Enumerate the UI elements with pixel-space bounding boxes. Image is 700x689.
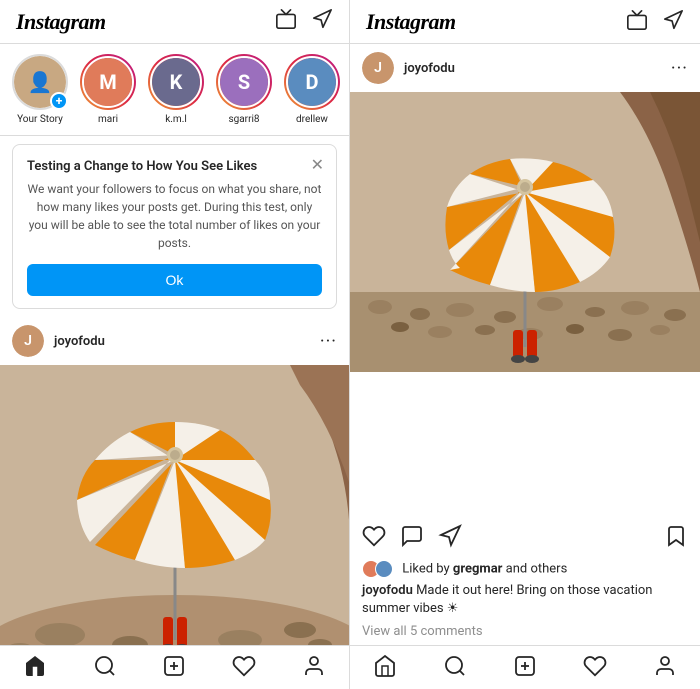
left-post-header: J joyofodu ··· [0,317,349,365]
right-logo: Instagram [366,9,456,35]
left-bottom-nav [0,645,349,689]
story-label-kml: k.m.l [165,114,187,125]
right-post-image [350,92,700,516]
story-item-drellew[interactable]: D drellew [284,54,340,125]
right-header: Instagram [350,0,700,44]
post-liked-by: Liked by gregmar and others [350,560,700,582]
right-post-header: J joyofodu ··· [350,44,700,92]
story-label-mari: mari [98,114,118,125]
popup-ok-button[interactable]: Ok [27,264,322,296]
left-header: Instagram [0,0,349,44]
post-action-icons-left [362,524,462,552]
right-add-nav-icon[interactable] [513,654,537,682]
right-header-icons [626,9,684,35]
search-nav-icon[interactable] [93,654,117,682]
story-item-mari[interactable]: M mari [80,54,136,125]
right-post-more-button[interactable]: ··· [671,58,688,79]
popup-body: We want your followers to focus on what … [27,180,322,252]
left-logo: Instagram [16,9,106,35]
send-icon[interactable] [311,8,333,35]
right-post-actions [350,516,700,560]
liked-by-text: Liked by gregmar and others [402,561,567,576]
right-tv-icon[interactable] [626,9,648,35]
left-header-icons [275,8,333,35]
left-post-image [0,365,349,645]
left-panel: Instagram 👤 + [0,0,350,689]
story-label-drellew: drellew [296,114,328,125]
tv-icon[interactable] [275,8,297,35]
left-post-more-button[interactable]: ··· [320,331,337,352]
popup-title: Testing a Change to How You See Likes [27,159,322,174]
right-search-nav-icon[interactable] [443,654,467,682]
story-item-sgarri8[interactable]: S sgarri8 [216,54,272,125]
right-heart-nav-icon[interactable] [583,654,607,682]
right-post-username[interactable]: joyofodu [404,61,455,76]
story-label-sgarri8: sgarri8 [228,114,259,125]
post-caption: joyofodu Made it out here! Bring on thos… [350,582,700,622]
right-send-icon[interactable] [662,9,684,35]
story-item-kml[interactable]: K k.m.l [148,54,204,125]
liked-avatars [362,560,393,578]
right-panel: Instagram J joyofodu ··· [350,0,700,689]
right-bottom-nav [350,645,700,689]
add-nav-icon[interactable] [162,654,186,682]
popup-close-button[interactable]: ✕ [311,155,324,174]
story-item-your-story[interactable]: 👤 + Your Story [12,54,68,125]
like-button[interactable] [362,524,386,552]
liked-user[interactable]: gregmar [453,561,503,576]
left-post-user: J joyofodu [12,325,105,357]
stories-bar: 👤 + Your Story M mari K [0,44,349,136]
right-profile-nav-icon[interactable] [653,654,677,682]
home-nav-icon[interactable] [23,654,47,682]
right-home-nav-icon[interactable] [373,654,397,682]
heart-nav-icon[interactable] [232,654,256,682]
right-post-user: J joyofodu [362,52,455,84]
profile-nav-icon[interactable] [302,654,326,682]
left-post-username[interactable]: joyofodu [54,334,105,349]
left-post-avatar: J [12,325,44,357]
caption-username[interactable]: joyofodu [362,583,413,598]
view-comments-button[interactable]: View all 5 comments [350,622,700,645]
notification-popup: ✕ Testing a Change to How You See Likes … [12,144,337,309]
share-button[interactable] [438,524,462,552]
bookmark-button[interactable] [664,524,688,552]
story-label-your-story: Your Story [17,114,63,125]
comment-button[interactable] [400,524,424,552]
right-post-avatar: J [362,52,394,84]
add-story-button[interactable]: + [50,92,68,110]
